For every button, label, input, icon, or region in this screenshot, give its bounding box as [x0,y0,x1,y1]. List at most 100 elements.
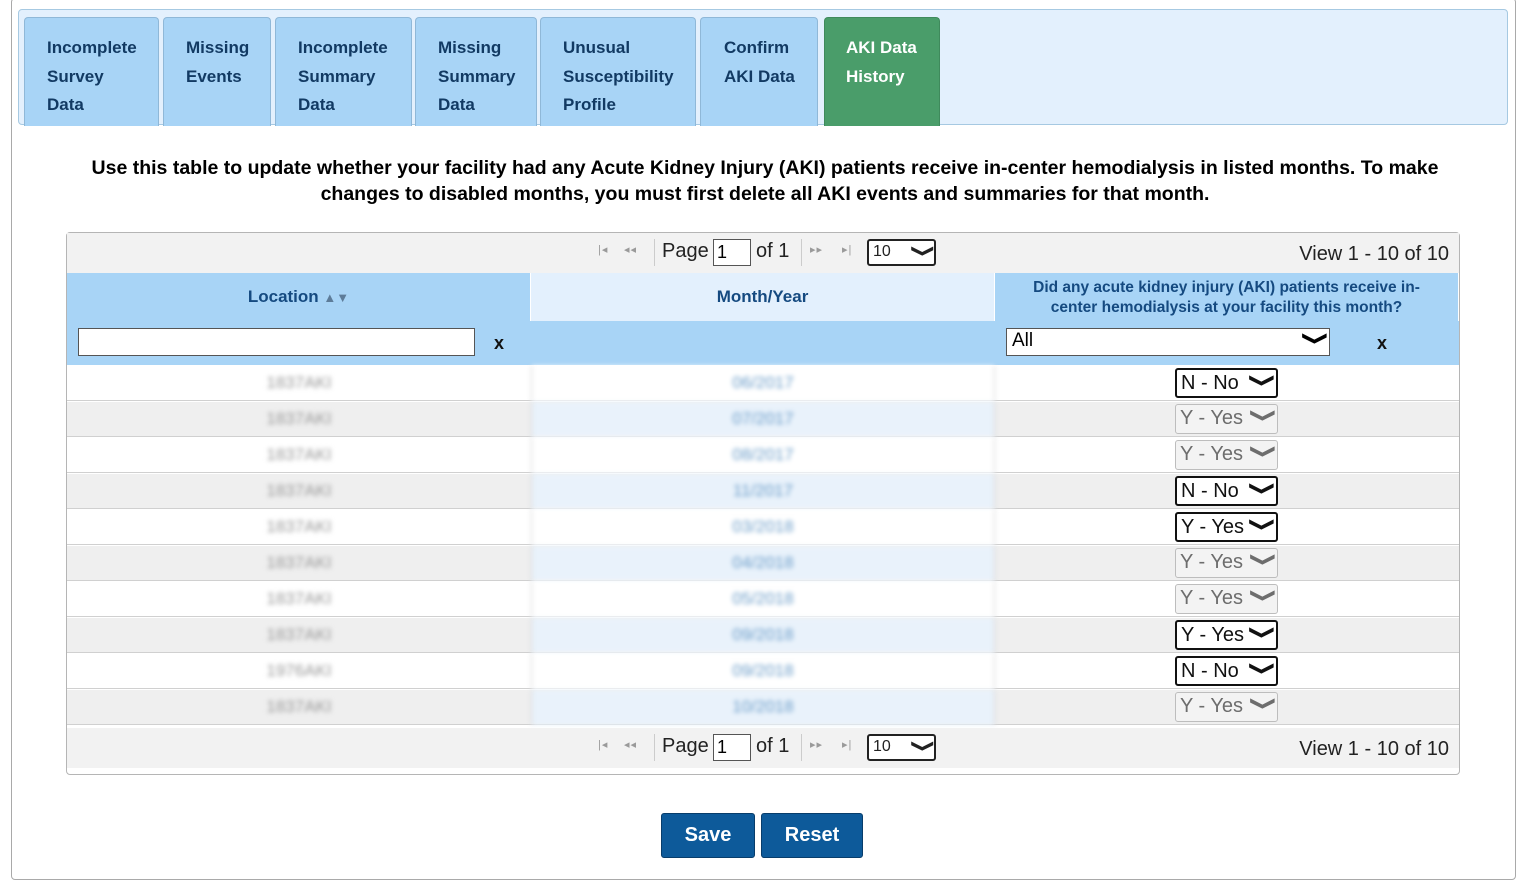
month-year-link[interactable]: 10/2018 [531,690,995,725]
chevron-down-icon: ❯ [911,738,936,754]
aki-response-value: Y - Yes [1180,551,1244,573]
location-cell: 1837AKI [266,553,332,572]
month-year-link[interactable]: 08/2017 [531,438,995,473]
location-header-label: Location [247,287,319,306]
rows-per-page-value: 10 [873,738,891,755]
aki-response-select[interactable]: N - No ❯ [1175,656,1278,686]
aki-response-select: Y - Yes ❯ [1175,692,1278,722]
pager-top: |◂ ◂◂ Page of 1 ▸▸ ▸| 10 ❯ View 1 - 10 o… [67,233,1459,273]
month-year-link[interactable]: 11/2017 [531,474,995,509]
aki-response-select[interactable]: Y - Yes ❯ [1175,620,1278,650]
chevron-down-icon: ❯ [1249,551,1277,568]
tab-missing-summary-data[interactable]: Missing Summary Data [415,17,537,126]
table-row: 1837AKI 08/2017 Y - Yes ❯ [67,438,1459,473]
next-page-icon[interactable]: ▸▸ [810,738,823,751]
pager-separator [654,734,655,761]
aki-response-value: N - No [1181,372,1239,394]
tab-incomplete-survey-data[interactable]: Incomplete Survey Data [24,17,159,126]
rows-per-page-value: 10 [873,243,891,260]
aki-response-cell: Y - Yes ❯ [995,510,1459,545]
page-count-label: of 1 [756,735,790,757]
page-number-input[interactable] [713,239,751,266]
location-filter-cell: x [67,321,531,365]
tab-label: Incomplete Summary Data [298,38,388,114]
aki-response-cell: Y - Yes ❯ [995,690,1459,725]
rows-per-page-select[interactable]: 10 ❯ [867,239,936,266]
month-year-link[interactable]: 07/2017 [531,402,995,437]
month-year-link[interactable]: 09/2018 [531,618,995,653]
tab-label: Incomplete Survey Data [47,38,137,114]
chevron-down-icon: ❯ [1248,660,1276,677]
month-filter-cell [531,321,995,365]
view-info: View 1 - 10 of 10 [1299,738,1449,760]
location-cell: 1837AKI [266,373,332,392]
location-cell: 1837AKI [266,409,332,428]
month-year-link[interactable]: 06/2017 [531,366,995,401]
table-row: 1837AKI 03/2018 Y - Yes ❯ [67,510,1459,545]
location-cell: 1837AKI [266,481,332,500]
next-page-icon[interactable]: ▸▸ [810,243,823,256]
aki-response-cell: N - No ❯ [995,654,1459,689]
tab-label: AKI Data History [846,38,917,86]
month-year-link[interactable]: 03/2018 [531,510,995,545]
aki-response-cell: Y - Yes ❯ [995,546,1459,581]
table-row: 1837AKI 09/2018 Y - Yes ❯ [67,618,1459,653]
column-header-location[interactable]: Location ▲▼ [67,273,531,321]
aki-filter-value: All [1012,330,1034,351]
table-row: 1837AKI 11/2017 N - No ❯ [67,474,1459,509]
aki-response-value: N - No [1181,480,1239,502]
aki-response-value: N - No [1181,660,1239,682]
save-button[interactable]: Save [661,813,755,858]
chevron-down-icon: ❯ [1249,443,1277,460]
table-row: 1837AKI 07/2017 Y - Yes ❯ [67,402,1459,437]
location-filter-input[interactable] [78,328,475,356]
chevron-down-icon: ❯ [1249,587,1277,604]
prev-page-icon[interactable]: ◂◂ [624,243,637,256]
tab-label: Missing Summary Data [438,38,516,114]
reset-button[interactable]: Reset [761,813,863,858]
instructions-text: Use this table to update whether your fa… [91,157,1439,205]
aki-header-label: Did any acute kidney injury (AKI) patien… [1033,279,1420,316]
aki-response-select: Y - Yes ❯ [1175,548,1278,578]
location-cell: 1837AKI [266,625,332,644]
last-page-icon[interactable]: ▸| [842,243,852,256]
month-year-link[interactable]: 05/2018 [531,582,995,617]
tab-missing-events[interactable]: Missing Events [163,17,271,126]
tab-incomplete-summary-data[interactable]: Incomplete Summary Data [275,17,412,126]
tab-aki-data-history[interactable]: AKI Data History [824,17,940,126]
first-page-icon[interactable]: |◂ [598,243,608,256]
aki-response-value: Y - Yes [1180,443,1244,465]
aki-response-select[interactable]: Y - Yes ❯ [1175,512,1278,542]
tab-unusual-susceptibility-profile[interactable]: Unusual Susceptibility Profile [540,17,696,126]
aki-response-select[interactable]: N - No ❯ [1175,476,1278,506]
rows-per-page-select[interactable]: 10 ❯ [867,734,936,761]
chevron-down-icon: ❯ [911,243,936,259]
aki-response-cell: N - No ❯ [995,474,1459,509]
aki-response-cell: N - No ❯ [995,366,1459,401]
aki-response-value: Y - Yes [1180,695,1244,717]
aki-response-value: Y - Yes [1181,516,1245,538]
last-page-icon[interactable]: ▸| [842,738,852,751]
prev-page-icon[interactable]: ◂◂ [624,738,637,751]
location-cell: 1837AKI [266,517,332,536]
page-number-input[interactable] [713,734,751,761]
tab-confirm-aki-data[interactable]: Confirm AKI Data [700,17,818,126]
tab-label: Missing Events [186,38,250,86]
month-year-link[interactable]: 04/2018 [531,546,995,581]
column-header-aki: Did any acute kidney injury (AKI) patien… [995,273,1459,321]
tab-label: Unusual Susceptibility Profile [563,38,674,114]
clear-location-filter-button[interactable]: x [494,333,504,354]
month-year-link[interactable]: 09/2018 [531,654,995,689]
aki-response-select[interactable]: N - No ❯ [1175,368,1278,398]
aki-response-select: Y - Yes ❯ [1175,440,1278,470]
clear-aki-filter-button[interactable]: x [1377,333,1387,354]
aki-filter-select[interactable]: All ❯ [1006,328,1330,356]
aki-response-cell: Y - Yes ❯ [995,438,1459,473]
aki-response-select: Y - Yes ❯ [1175,584,1278,614]
first-page-icon[interactable]: |◂ [598,738,608,751]
aki-filter-cell: All ❯ x [995,321,1459,365]
aki-response-value: Y - Yes [1180,587,1244,609]
chevron-down-icon: ❯ [1248,624,1276,641]
sort-icon[interactable]: ▲▼ [323,290,349,305]
location-cell: 1837AKI [266,697,332,716]
